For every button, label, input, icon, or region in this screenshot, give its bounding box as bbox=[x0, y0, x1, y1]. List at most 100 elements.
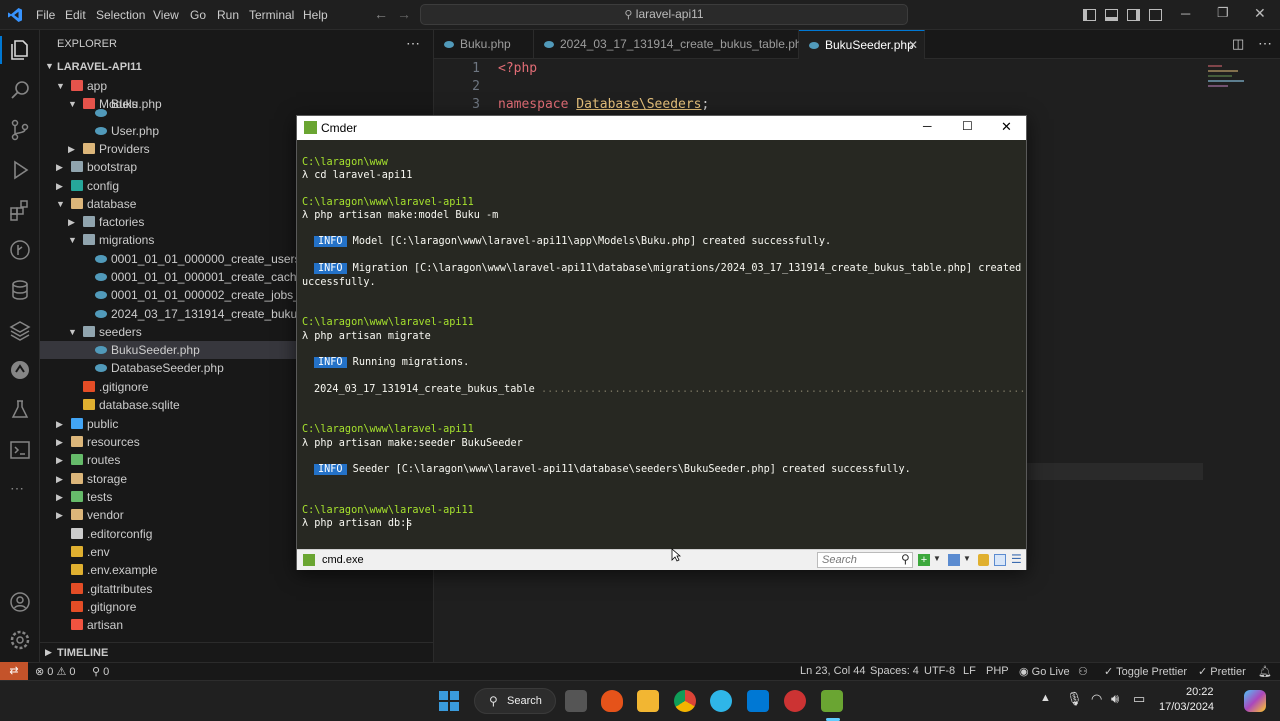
copilot-taskbar-icon[interactable] bbox=[1244, 690, 1266, 712]
toggle-prettier-button[interactable]: ✓ Toggle Prettier bbox=[1104, 665, 1187, 678]
tab-close-icon[interactable]: ✕ bbox=[908, 31, 918, 60]
go-live-button[interactable]: ◉ Go Live bbox=[1019, 665, 1070, 678]
tree-file[interactable]: Buku.php bbox=[40, 97, 433, 117]
customize-layout-icon[interactable] bbox=[1149, 9, 1162, 21]
explorer-more-icon[interactable]: ⋯ bbox=[406, 35, 420, 52]
encoding[interactable]: UTF-8 bbox=[924, 665, 955, 677]
more-icon[interactable]: ⋯ bbox=[10, 480, 24, 497]
indentation[interactable]: Spaces: 4 bbox=[870, 665, 919, 677]
tab-buku[interactable]: Buku.php bbox=[434, 30, 534, 59]
task-view-icon[interactable] bbox=[565, 690, 587, 712]
folder-icon bbox=[71, 491, 83, 502]
toggle-secondary-sidebar-icon[interactable] bbox=[1127, 9, 1140, 21]
database-icon[interactable] bbox=[8, 278, 32, 302]
git-graph-icon[interactable] bbox=[8, 238, 32, 262]
terminal-line: λ php artisan db:s bbox=[302, 518, 413, 529]
back-arrow-icon[interactable]: ← bbox=[374, 6, 388, 22]
cursor-position[interactable]: Ln 23, Col 44 bbox=[800, 665, 865, 677]
vscode-taskbar-icon[interactable] bbox=[747, 690, 769, 712]
source-control-icon[interactable] bbox=[8, 118, 32, 142]
file-explorer-icon[interactable] bbox=[637, 690, 659, 712]
remote-indicator-icon[interactable]: ⇄ bbox=[0, 662, 28, 681]
tab-migration[interactable]: 2024_03_17_131914_create_bukus_table.php bbox=[534, 30, 808, 59]
menu-file[interactable]: File bbox=[36, 8, 55, 22]
layers-icon[interactable] bbox=[8, 318, 32, 342]
terminal-output[interactable]: C:\laragon\www λ cd laravel-api11 C:\larag… bbox=[297, 140, 1026, 549]
view-icon[interactable] bbox=[948, 554, 960, 566]
minimap[interactable] bbox=[1208, 63, 1248, 97]
menu-selection[interactable]: Selection bbox=[96, 8, 145, 22]
edge-icon[interactable] bbox=[710, 690, 732, 712]
menu-terminal[interactable]: Terminal bbox=[249, 8, 294, 22]
run-debug-icon[interactable] bbox=[8, 158, 32, 182]
chrome-icon[interactable] bbox=[674, 690, 696, 712]
cmder-search-input[interactable]: Search bbox=[817, 552, 913, 568]
copilot-icon[interactable]: ⚇ bbox=[1078, 665, 1088, 678]
cmder-maximize-button[interactable]: ☐ bbox=[962, 119, 973, 133]
tree-folder[interactable]: ▼ app bbox=[40, 77, 433, 95]
clock-time[interactable]: 20:22 bbox=[1186, 686, 1214, 698]
env-file-icon bbox=[71, 546, 83, 557]
windows-start-icon[interactable] bbox=[439, 691, 459, 711]
language-mode[interactable]: PHP bbox=[986, 665, 1009, 677]
prompt-path: C:\laragon\www\laravel-api11 bbox=[302, 197, 474, 208]
clock-date[interactable]: 17/03/2024 bbox=[1159, 701, 1214, 713]
tab-bukuseeder[interactable]: BukuSeeder.php ✕ bbox=[799, 30, 925, 59]
account-icon[interactable] bbox=[8, 590, 32, 614]
ports-indicator[interactable]: ⚲ 0 bbox=[92, 665, 109, 678]
tree-file[interactable]: artisan bbox=[40, 616, 433, 634]
new-console-icon[interactable]: + bbox=[918, 554, 930, 566]
php-file-icon bbox=[95, 273, 107, 281]
wifi-icon[interactable]: ◠ bbox=[1091, 691, 1102, 707]
explorer-icon[interactable] bbox=[8, 38, 32, 62]
extensions-icon[interactable] bbox=[8, 198, 32, 222]
chevron-up-icon[interactable]: ▲ bbox=[1040, 692, 1051, 704]
cmder-close-button[interactable]: ✕ bbox=[1001, 119, 1012, 135]
remote-explorer-icon[interactable] bbox=[8, 358, 32, 382]
minimize-button[interactable]: ─ bbox=[1181, 6, 1190, 21]
chevron-down-icon[interactable]: ▼ bbox=[963, 554, 971, 563]
toggle-primary-sidebar-icon[interactable] bbox=[1083, 9, 1096, 21]
lock-icon[interactable] bbox=[978, 554, 989, 566]
search-icon[interactable]: ⚲ bbox=[901, 552, 910, 566]
command-center-search[interactable]: ⚲ laravel-api11 bbox=[420, 4, 908, 25]
forward-arrow-icon[interactable]: → bbox=[397, 6, 411, 22]
console-tab-label[interactable]: cmd.exe bbox=[322, 554, 364, 566]
cmder-window[interactable]: Cmder ─ ☐ ✕ C:\laragon\www λ cd laravel-a… bbox=[296, 115, 1027, 570]
microphone-icon[interactable]: 🎙︎ bbox=[1066, 691, 1083, 707]
tree-file[interactable]: .gitignore bbox=[40, 598, 433, 616]
editor-more-icon[interactable]: ⋯ bbox=[1258, 35, 1272, 52]
menu-edit[interactable]: Edit bbox=[65, 8, 86, 22]
toggle-panel-icon[interactable] bbox=[1105, 9, 1118, 21]
taskbar-search[interactable]: ⚲ Search bbox=[474, 688, 556, 714]
timeline-section[interactable]: ▶ TIMELINE bbox=[40, 642, 433, 662]
menu-icon[interactable]: ☰ bbox=[1011, 552, 1022, 566]
volume-icon[interactable]: 🔊︎ bbox=[1111, 691, 1119, 707]
notifications-bell-icon[interactable]: 🔔︎ bbox=[1258, 665, 1272, 678]
cmder-taskbar-icon[interactable] bbox=[821, 690, 843, 712]
project-root[interactable]: ▼ LARAVEL-API11 bbox=[40, 59, 433, 77]
menu-view[interactable]: View bbox=[153, 8, 179, 22]
app-taskbar-icon[interactable] bbox=[784, 690, 806, 712]
cmder-minimize-button[interactable]: ─ bbox=[923, 119, 932, 133]
cmder-titlebar[interactable]: Cmder ─ ☐ ✕ bbox=[297, 116, 1026, 140]
menu-run[interactable]: Run bbox=[217, 8, 239, 22]
testing-icon[interactable] bbox=[8, 398, 32, 422]
maximize-button[interactable]: ❐ bbox=[1217, 5, 1229, 21]
folder-icon bbox=[71, 198, 83, 209]
manage-gear-icon[interactable] bbox=[8, 628, 32, 652]
search-icon[interactable] bbox=[8, 78, 32, 102]
menu-help[interactable]: Help bbox=[303, 8, 328, 22]
terminal-icon[interactable] bbox=[8, 438, 32, 462]
battery-icon[interactable]: ▭ bbox=[1133, 691, 1145, 707]
close-button[interactable]: ✕ bbox=[1254, 5, 1266, 22]
split-editor-icon[interactable]: ◫ bbox=[1232, 36, 1244, 52]
chevron-down-icon[interactable]: ▼ bbox=[933, 554, 941, 563]
problems-indicator[interactable]: ⊗ 0 ⚠ 0 bbox=[35, 665, 76, 678]
brave-browser-icon[interactable] bbox=[601, 690, 623, 712]
layout-icon[interactable] bbox=[994, 554, 1006, 566]
end-of-line[interactable]: LF bbox=[963, 665, 976, 677]
prettier-button[interactable]: ✓ Prettier bbox=[1198, 665, 1246, 678]
menu-go[interactable]: Go bbox=[190, 8, 206, 22]
tree-file[interactable]: .gitattributes bbox=[40, 580, 433, 598]
